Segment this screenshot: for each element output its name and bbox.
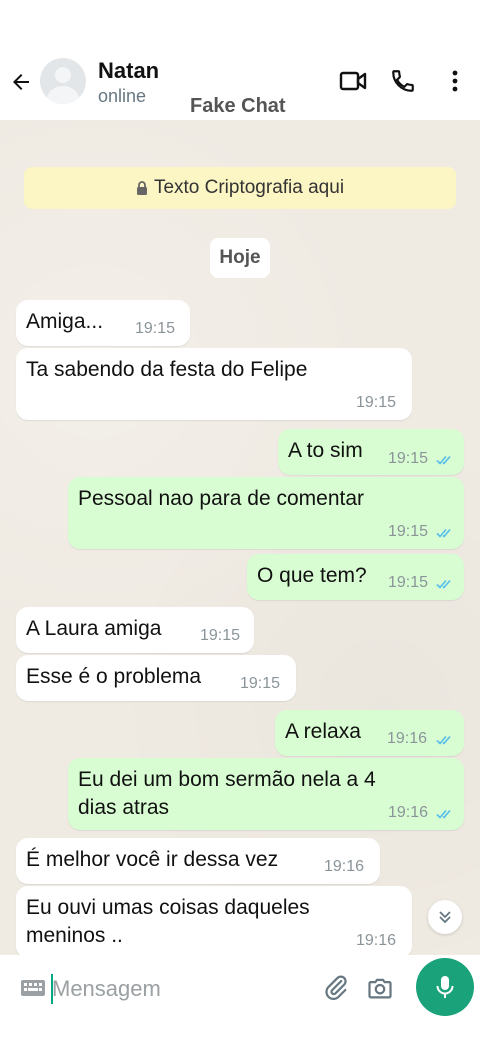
scroll-to-bottom-button[interactable] bbox=[428, 900, 462, 934]
chat-area[interactable]: Texto Criptografia aqui Hoje Amiga... 19… bbox=[0, 120, 480, 955]
message-time: 19:16 bbox=[388, 804, 429, 821]
message-bubble-outgoing[interactable]: O que tem? 19:15 bbox=[247, 554, 464, 600]
message-time: 19:15 bbox=[135, 320, 176, 337]
message-bubble-outgoing[interactable]: A relaxa 19:16 bbox=[275, 710, 464, 756]
message-text: Amiga... bbox=[26, 310, 104, 333]
message-time: 19:16 bbox=[387, 730, 428, 747]
voice-call-button[interactable] bbox=[388, 66, 418, 96]
message-text: Ta sabendo da festa do Felipe bbox=[26, 358, 308, 381]
encryption-notice[interactable]: Texto Criptografia aqui bbox=[24, 167, 456, 209]
read-receipt-icon bbox=[436, 455, 451, 465]
message-time: 19:16 bbox=[324, 858, 365, 875]
read-receipt-icon bbox=[436, 579, 451, 589]
message-input[interactable] bbox=[52, 970, 302, 1008]
message-text: Pessoal nao para de comentar bbox=[78, 487, 365, 510]
message-time: 19:15 bbox=[388, 450, 429, 467]
message-time: 19:15 bbox=[200, 627, 241, 644]
encryption-notice-text: Texto Criptografia aqui bbox=[153, 177, 345, 198]
read-receipt-icon bbox=[436, 735, 451, 745]
camera-icon[interactable] bbox=[366, 974, 394, 1002]
message-text: Eu dei um bom sermão nela a 4 dias atras bbox=[78, 768, 376, 819]
message-text: A relaxa bbox=[285, 720, 361, 743]
message-composer bbox=[8, 960, 408, 1016]
message-bubble-outgoing[interactable]: A to sim 19:15 bbox=[278, 429, 464, 475]
double-chevron-down-icon bbox=[439, 911, 451, 924]
voice-message-button[interactable] bbox=[416, 958, 474, 1016]
back-button[interactable] bbox=[6, 64, 36, 100]
message-bubble-incoming[interactable]: Eu ouvi umas coisas daqueles meninos .. … bbox=[16, 886, 412, 955]
contact-name[interactable]: Natan bbox=[98, 58, 159, 84]
microphone-icon bbox=[436, 976, 454, 998]
lock-icon bbox=[136, 181, 147, 195]
message-text: A Laura amiga bbox=[26, 617, 162, 640]
message-bubble-incoming[interactable]: A Laura amiga 19:15 bbox=[16, 607, 254, 653]
more-vertical-icon bbox=[452, 70, 458, 92]
message-time: 19:16 bbox=[356, 932, 397, 949]
more-options-button[interactable] bbox=[440, 66, 470, 96]
video-call-button[interactable] bbox=[338, 66, 368, 96]
message-text: Eu ouvi umas coisas daqueles meninos .. bbox=[26, 896, 310, 947]
keyboard-icon[interactable] bbox=[20, 976, 46, 1000]
message-bubble-incoming[interactable]: Ta sabendo da festa do Felipe 19:15 bbox=[16, 348, 412, 420]
message-bubble-incoming[interactable]: É melhor você ir dessa vez 19:16 bbox=[16, 838, 380, 884]
message-text: É melhor você ir dessa vez bbox=[26, 848, 279, 871]
message-bubble-outgoing[interactable]: Pessoal nao para de comentar 19:15 bbox=[68, 477, 464, 549]
message-time: 19:15 bbox=[388, 574, 429, 591]
message-time: 19:15 bbox=[240, 675, 281, 692]
chat-header: Natan online Fake Chat bbox=[0, 0, 480, 120]
date-chip: Hoje bbox=[210, 238, 270, 278]
video-call-icon bbox=[339, 71, 367, 91]
message-bubble-incoming[interactable]: Amiga... 19:15 bbox=[16, 300, 190, 346]
app-watermark-label: Fake Chat bbox=[190, 95, 286, 117]
message-time: 19:15 bbox=[356, 394, 397, 411]
read-receipt-icon bbox=[436, 528, 451, 538]
message-text: A to sim bbox=[288, 439, 363, 462]
phone-icon bbox=[392, 70, 414, 92]
contact-status: online bbox=[98, 86, 147, 106]
message-time: 19:15 bbox=[388, 523, 429, 540]
back-arrow-icon bbox=[13, 74, 29, 90]
message-bubble-outgoing[interactable]: Eu dei um bom sermão nela a 4 dias atras… bbox=[68, 758, 464, 830]
attachment-icon[interactable] bbox=[322, 974, 350, 1002]
message-text: Esse é o problema bbox=[26, 665, 202, 688]
message-text: O que tem? bbox=[257, 564, 367, 587]
message-bubble-incoming[interactable]: Esse é o problema 19:15 bbox=[16, 655, 296, 701]
avatar[interactable] bbox=[40, 58, 86, 104]
read-receipt-icon bbox=[436, 809, 451, 819]
